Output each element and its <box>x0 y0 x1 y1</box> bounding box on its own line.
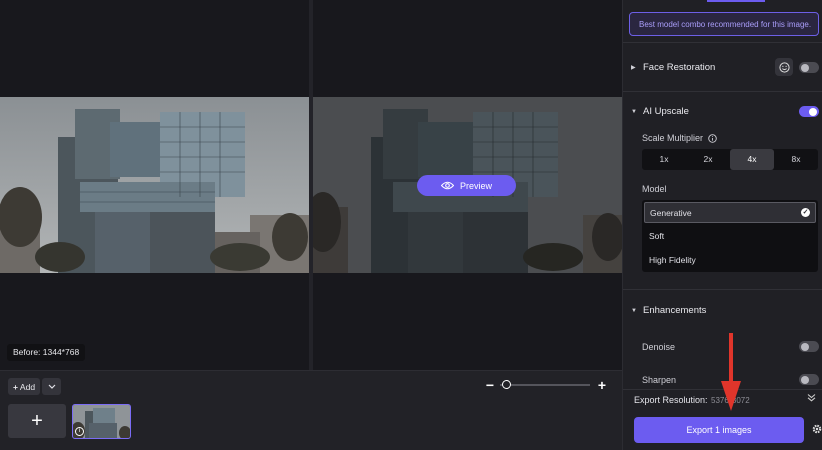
info-icon[interactable]: i <box>75 427 84 436</box>
caret-right-icon: ▶ <box>631 65 636 71</box>
image-workspace: Preview Before: 1344*768 <box>0 0 622 370</box>
eye-icon <box>440 181 454 190</box>
model-list: Generative ✓ Soft High Fidelity <box>642 200 818 272</box>
divider <box>623 42 822 43</box>
scale-multiplier-selector: 1x 2x 4x 8x <box>642 149 818 170</box>
divider <box>623 289 822 290</box>
model-option-soft[interactable]: Soft <box>644 226 816 247</box>
ai-upscale-header[interactable]: ▼ AI Upscale <box>631 106 689 117</box>
model-option-label: Generative <box>650 208 692 218</box>
double-chevron-down-icon[interactable] <box>807 393 816 404</box>
enhancements-label: Enhancements <box>643 305 707 316</box>
add-button[interactable]: + Add <box>8 378 40 395</box>
ai-upscale-toggle[interactable] <box>799 106 819 117</box>
scale-multiplier-label: Scale Multiplier <box>642 133 704 143</box>
active-tab-indicator <box>707 0 765 2</box>
scale-option-4x[interactable]: 4x <box>730 149 774 170</box>
scale-option-2x[interactable]: 2x <box>686 149 730 170</box>
gear-icon[interactable] <box>811 423 822 435</box>
checkmark-icon: ✓ <box>801 208 810 217</box>
filmstrip-bar: + Add − + + i <box>0 370 622 450</box>
add-dropdown-button[interactable] <box>42 378 61 395</box>
denoise-toggle[interactable] <box>799 341 819 352</box>
model-option-high-fidelity[interactable]: High Fidelity <box>644 250 816 271</box>
info-icon[interactable] <box>708 133 717 143</box>
sharpen-toggle[interactable] <box>799 374 819 385</box>
scale-option-8x[interactable]: 8x <box>774 149 818 170</box>
chevron-down-icon <box>48 384 55 389</box>
before-image <box>0 97 309 273</box>
smiley-icon <box>778 61 790 73</box>
image-thumbnail[interactable]: i <box>72 404 131 439</box>
add-image-tile[interactable]: + <box>8 404 66 438</box>
add-label: Add <box>19 381 36 392</box>
preview-label: Preview <box>459 180 492 191</box>
recommendation-banner[interactable]: Best model combo recommended for this im… <box>629 12 819 36</box>
caret-down-icon: ▼ <box>631 108 637 115</box>
export-resolution-label: Export Resolution: <box>634 395 708 405</box>
preview-button[interactable]: Preview <box>417 175 516 196</box>
divider <box>623 91 822 92</box>
sharpen-label: Sharpen <box>642 375 677 385</box>
zoom-in-button[interactable]: + <box>595 378 609 392</box>
scale-multiplier-heading: Scale Multiplier <box>642 133 717 143</box>
caret-down-icon: ▼ <box>631 307 637 314</box>
model-label: Model <box>642 184 667 194</box>
zoom-slider-handle[interactable] <box>502 380 511 389</box>
face-restoration-toggle[interactable] <box>799 62 819 73</box>
face-restoration-label: Face Restoration <box>643 62 716 73</box>
ai-upscale-label: AI Upscale <box>643 106 689 117</box>
plus-icon: + <box>12 381 18 392</box>
export-button[interactable]: Export 1 images <box>634 417 804 443</box>
scale-option-1x[interactable]: 1x <box>642 149 686 170</box>
model-option-generative[interactable]: Generative ✓ <box>644 202 816 223</box>
before-pane <box>0 0 309 370</box>
zoom-slider-track[interactable] <box>500 384 590 386</box>
annotation-arrow-icon <box>721 333 741 411</box>
face-icon[interactable] <box>775 58 793 76</box>
face-restoration-header[interactable]: ▶ Face Restoration <box>631 62 715 73</box>
denoise-label: Denoise <box>642 342 676 352</box>
enhancements-header[interactable]: ▼ Enhancements <box>631 305 706 316</box>
zoom-out-button[interactable]: − <box>483 378 497 392</box>
before-resolution-tag: Before: 1344*768 <box>7 344 86 361</box>
